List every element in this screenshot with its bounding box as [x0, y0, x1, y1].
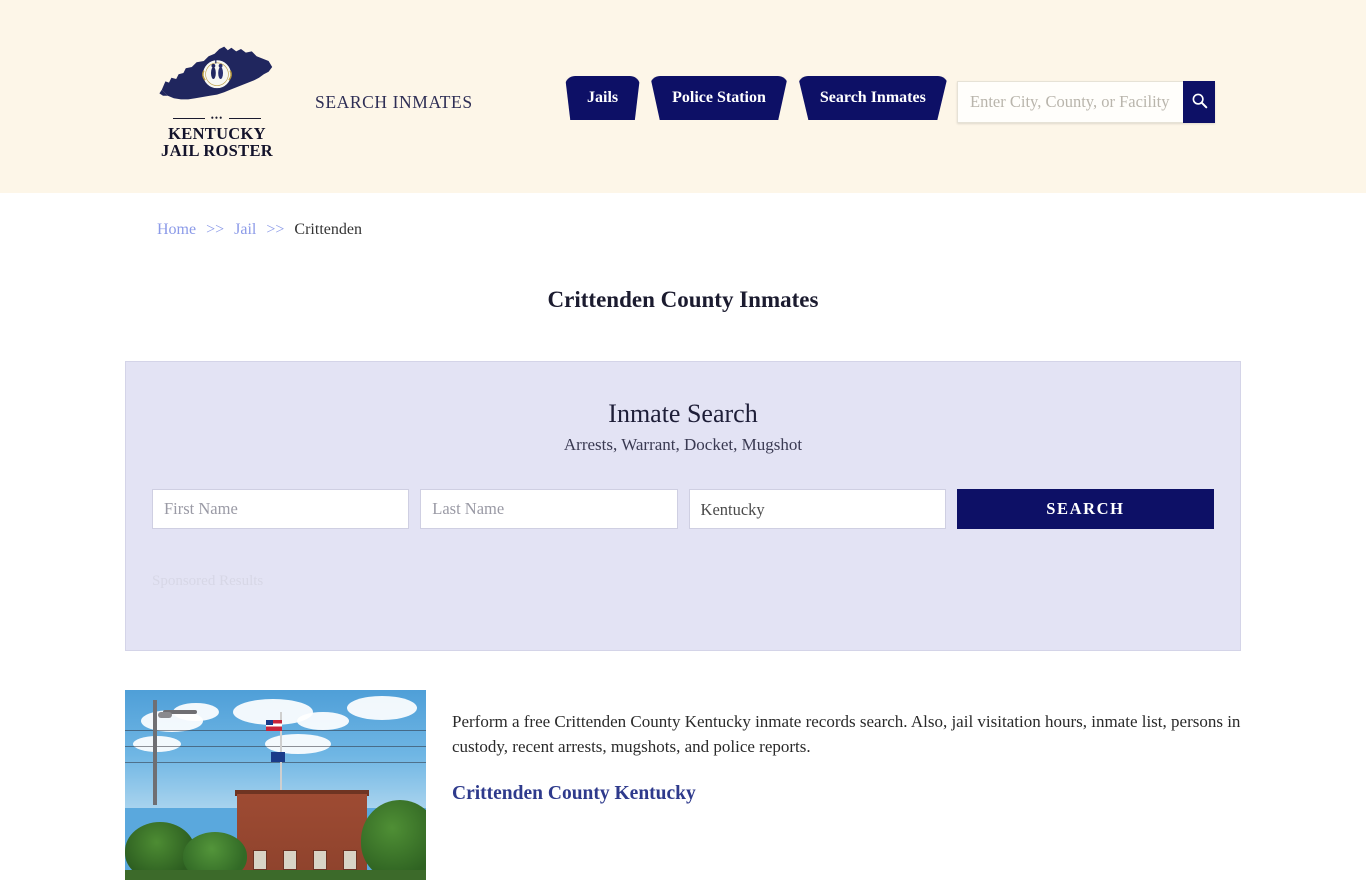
last-name-input[interactable]	[420, 489, 678, 529]
site-tagline: SEARCH INMATES	[315, 92, 473, 112]
search-icon	[1191, 92, 1208, 112]
site-logo[interactable]: ••• KENTUCKY JAIL ROSTER	[157, 42, 277, 159]
breadcrumb-separator-1: >>	[206, 221, 225, 238]
courthouse-building	[237, 794, 367, 880]
logo-divider: •••	[169, 114, 265, 123]
breadcrumb-current: Crittenden	[294, 221, 362, 238]
us-flag-icon	[266, 720, 282, 731]
first-name-input[interactable]	[152, 489, 410, 529]
search-submit-button[interactable]: SEARCH	[956, 489, 1215, 529]
header-search-group	[957, 81, 1215, 123]
nav-tab-jails-label: Jails	[587, 89, 619, 106]
street-lamp-icon	[153, 700, 197, 805]
county-photo	[125, 690, 426, 880]
page-title: Crittenden County Inmates	[547, 287, 819, 313]
kentucky-state-map-icon	[157, 42, 277, 110]
site-header: ••• KENTUCKY JAIL ROSTER SEARCH INMATES …	[0, 0, 1366, 193]
breadcrumb-separator-2: >>	[266, 221, 285, 238]
nav-tab-police-station[interactable]: Police Station	[650, 76, 788, 120]
inmate-search-form: Kentucky SEARCH	[126, 489, 1240, 529]
breadcrumb: Home >> Jail >> Crittenden	[157, 221, 362, 239]
nav-tab-search-inmates[interactable]: Search Inmates	[797, 76, 948, 120]
nav-tab-search-inmates-label: Search Inmates	[819, 89, 926, 106]
sponsored-results-label: Sponsored Results	[152, 573, 264, 589]
content-paragraph: Perform a free Crittenden County Kentuck…	[452, 712, 1241, 756]
logo-text-line1: KENTUCKY	[168, 124, 266, 143]
kentucky-flag-icon	[271, 752, 285, 762]
panel-subtitle: Arrests, Warrant, Docket, Mugshot	[563, 435, 803, 454]
inmate-search-panel: Inmate Search Arrests, Warrant, Docket, …	[125, 361, 1241, 651]
header-search-button[interactable]	[1183, 81, 1215, 123]
primary-nav: Jails Police Station Search Inmates	[565, 76, 948, 124]
breadcrumb-link-home[interactable]: Home	[157, 221, 196, 238]
nav-tab-police-station-label: Police Station	[672, 89, 766, 106]
nav-tab-jails[interactable]: Jails	[565, 76, 641, 120]
breadcrumb-link-jail[interactable]: Jail	[234, 221, 256, 238]
panel-title: Inmate Search	[608, 399, 758, 428]
content-subheading: Crittenden County Kentucky	[452, 783, 696, 804]
state-select[interactable]: Kentucky	[688, 489, 946, 529]
header-search-input[interactable]	[957, 81, 1183, 123]
content-section: Perform a free Crittenden County Kentuck…	[125, 690, 1241, 880]
logo-text-line2: JAIL ROSTER	[161, 141, 273, 160]
